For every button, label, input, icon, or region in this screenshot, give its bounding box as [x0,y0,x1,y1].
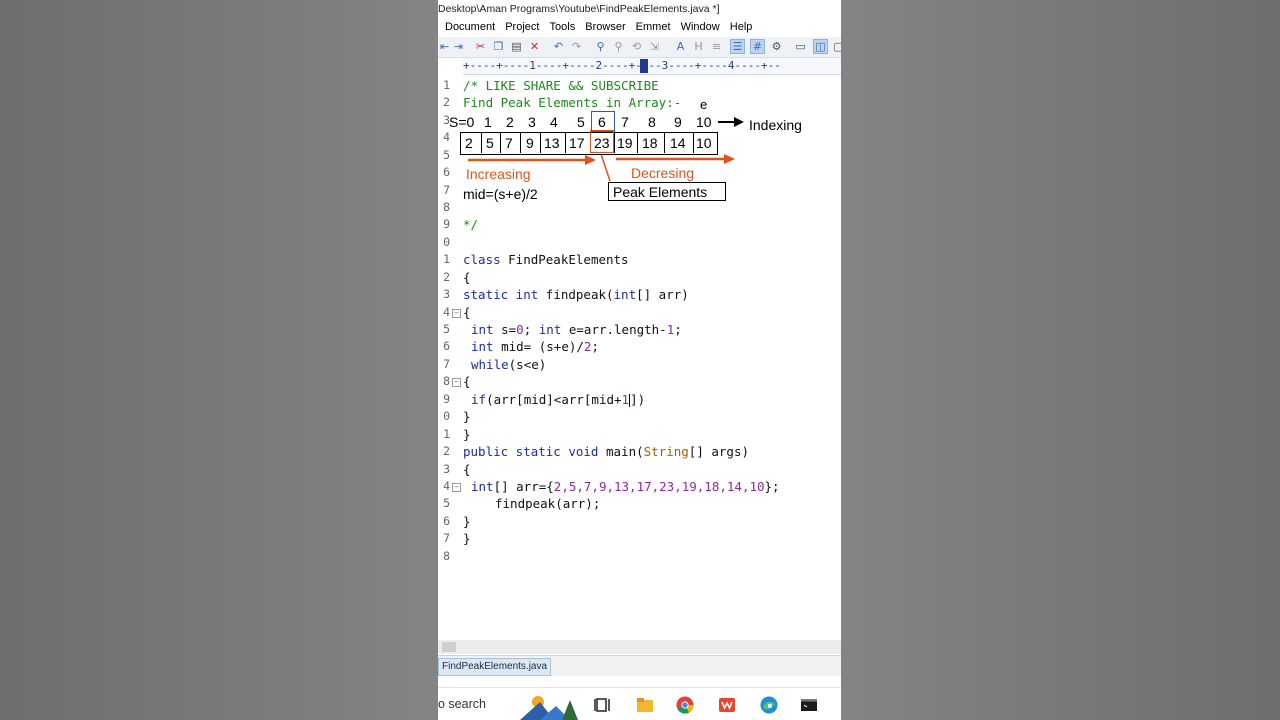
peak-pointer [600,153,611,182]
cell-divider [520,132,521,153]
array-value: 9 [526,135,534,151]
video-background-right [841,0,1280,720]
code-line: int[] arr={2,5,7,9,13,17,23,19,18,14,10}… [471,479,780,494]
token: if [471,392,487,407]
cell-divider [565,132,566,153]
array-value: 5 [486,135,494,151]
taskbar-search[interactable]: o search [438,697,486,711]
token: s= [501,322,517,337]
token: ; [523,322,539,337]
token: [] arr) [636,287,689,302]
token: [] arr={ [493,479,554,494]
token: int [471,479,494,494]
cell-divider [637,132,638,153]
token: 1 [621,392,630,407]
token: while [471,357,509,372]
array-value: 7 [505,135,513,151]
chrome-icon[interactable] [676,696,694,714]
code-line: { [463,305,471,320]
indexing-arrow-head [734,117,744,127]
code-line: { [463,374,471,389]
token: int [538,322,569,337]
token: 0 [516,322,524,337]
array-value: 14 [670,135,686,151]
token: ]) [630,392,646,407]
cell-divider [540,132,541,153]
cell-divider [614,132,615,153]
decreasing-arrow-head [724,154,735,164]
code-line: } [463,514,471,529]
code-line: if(arr[mid]<arr[mid+1]) [471,392,645,407]
cell-divider [693,132,694,153]
document-tabs: FindPeakElements.java [438,655,841,676]
increasing-arrow-head [585,155,596,165]
cell-divider [664,132,665,153]
token: 2,5,7,9,13,17,23,19,18,14,10 [553,479,765,494]
file-explorer-icon[interactable] [636,696,654,714]
cell-divider [500,132,501,153]
code-line: } [463,427,471,442]
token: int [613,287,637,302]
code-line: static int findpeak(int[] arr) [463,287,689,302]
edge-browser-icon[interactable] [760,696,778,714]
mid-formula: mid=(s+e)/2 [463,186,538,202]
task-view-icon[interactable] [594,696,612,714]
token: int [471,339,502,354]
code-line: { [463,270,471,285]
peak-elements-label: Peak Elements [608,182,726,201]
token: String [643,444,689,459]
token: main( [606,444,644,459]
token: public static void [463,444,606,459]
token: static int [463,287,546,302]
code-line: { [463,462,471,477]
array-value: 17 [569,135,585,151]
tab-findpeakelements[interactable]: FindPeakElements.java [438,658,552,676]
token: int [471,322,502,337]
token: (arr[mid]<arr[mid+ [486,392,622,407]
array-value: 18 [642,135,658,151]
array-value: 19 [617,135,633,151]
cell-divider [481,132,482,153]
token: mid= (s+e)/ [501,339,584,354]
code-line: } [463,409,471,424]
terminal-icon[interactable] [800,696,818,714]
weather-widget-icon[interactable] [518,692,580,720]
wps-office-icon[interactable] [718,696,736,714]
token: (s<e) [508,357,547,372]
scrollbar-thumb[interactable] [442,642,456,652]
code-line: int mid= (s+e)/2; [471,339,599,354]
token: FindPeakElements [508,252,629,267]
token: e=arr.length- [568,322,667,337]
code-line: } [463,531,471,546]
array-value: 13 [544,135,560,151]
array-value: 2 [465,135,473,151]
decreasing-label: Decresing [631,165,695,181]
video-background-left [0,0,438,720]
array-value-peak: 23 [594,135,610,151]
increasing-label: Increasing [466,166,531,182]
indexing-label: Indexing [749,117,802,133]
token: class [463,252,509,267]
code-line: public static void main(String[] args) [463,444,749,459]
editor-frame: Desktop\Aman Programs\Youtube\FindPeakEl… [438,0,841,720]
taskbar: o search [438,687,841,720]
code-line: findpeak(arr); [495,496,601,511]
token: }; [764,479,780,494]
array-value: 10 [696,135,712,151]
token: findpeak( [545,287,614,302]
token: [] args) [688,444,750,459]
code-line: while(s<e) [471,357,546,372]
token: ; [674,322,682,337]
code-line: class FindPeakElements [463,252,629,267]
token: ; [591,339,599,354]
code-line: int s=0; int e=arr.length-1; [471,322,682,337]
horizontal-scrollbar[interactable] [438,640,841,654]
